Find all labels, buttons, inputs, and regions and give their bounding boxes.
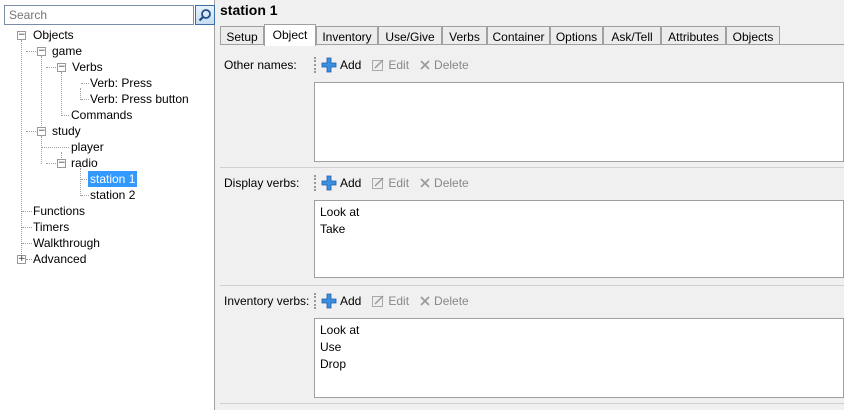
delete-icon bbox=[420, 296, 430, 306]
inventory-verbs-edit-button[interactable]: Edit bbox=[371, 294, 409, 308]
tab-objects[interactable]: Objects bbox=[726, 26, 780, 45]
edit-label: Edit bbox=[388, 176, 410, 190]
edit-icon bbox=[372, 177, 384, 189]
tree-node-walkthrough[interactable]: Walkthrough bbox=[33, 235, 100, 251]
add-label: Add bbox=[340, 58, 362, 72]
edit-icon bbox=[372, 295, 384, 307]
tab-ask-tell[interactable]: Ask/Tell bbox=[603, 26, 661, 45]
search-button[interactable] bbox=[195, 5, 215, 25]
add-label: Add bbox=[340, 176, 362, 190]
tab-object[interactable]: Object bbox=[264, 24, 316, 46]
delete-icon bbox=[420, 178, 430, 188]
list-item[interactable]: Take bbox=[320, 221, 843, 238]
display-verbs-toolbar: Add Edit Delete bbox=[314, 170, 844, 196]
toolbar-grip bbox=[314, 175, 317, 191]
tree-node-verbs[interactable]: Verbs bbox=[72, 59, 103, 75]
object-tree: − − − − − + Objects game Verbs Verb: Pre… bbox=[0, 27, 214, 410]
section-inventory-verbs: Inventory verbs: Add Edit Delete Look at bbox=[220, 288, 844, 398]
display-verbs-add-button[interactable]: Add bbox=[321, 175, 361, 191]
add-icon bbox=[321, 293, 337, 309]
tab-attributes[interactable]: Attributes bbox=[661, 26, 726, 45]
inventory-verbs-toolbar: Add Edit Delete bbox=[314, 288, 844, 314]
section-display-verbs: Display verbs: Add Edit Delete Look at T… bbox=[220, 170, 844, 280]
tree-node-advanced[interactable]: Advanced bbox=[33, 251, 86, 267]
display-verbs-list[interactable]: Look at Take bbox=[314, 200, 844, 278]
tab-inventory[interactable]: Inventory bbox=[316, 26, 378, 45]
edit-label: Edit bbox=[388, 294, 410, 308]
list-item[interactable]: Drop bbox=[320, 356, 843, 373]
tree-node-commands[interactable]: Commands bbox=[71, 107, 132, 123]
tab-options[interactable]: Options bbox=[550, 26, 603, 45]
list-item[interactable]: Look at bbox=[320, 204, 843, 221]
inventory-verbs-delete-button[interactable]: Delete bbox=[419, 294, 469, 308]
add-icon bbox=[321, 175, 337, 191]
tree-node-objects[interactable]: Objects bbox=[33, 27, 74, 43]
tab-content-object: Other names: Add Edit Delete Display ver… bbox=[220, 44, 844, 410]
display-verbs-edit-button[interactable]: Edit bbox=[371, 176, 409, 190]
search-icon bbox=[198, 9, 211, 22]
object-tree-pane: − − − − − + Objects game Verbs Verb: Pre… bbox=[0, 0, 215, 410]
tree-toggle-radio[interactable]: − bbox=[57, 159, 66, 168]
tree-node-player[interactable]: player bbox=[71, 139, 104, 155]
other-names-toolbar: Add Edit Delete bbox=[314, 52, 844, 78]
list-item[interactable]: Use bbox=[320, 339, 843, 356]
tree-node-study[interactable]: study bbox=[52, 123, 81, 139]
tree-node-timers[interactable]: Timers bbox=[33, 219, 69, 235]
list-item[interactable]: Look at bbox=[320, 322, 843, 339]
add-label: Add bbox=[340, 294, 362, 308]
delete-label: Delete bbox=[434, 176, 469, 190]
tree-node-verb-press-button[interactable]: Verb: Press button bbox=[90, 91, 189, 107]
other-names-add-button[interactable]: Add bbox=[321, 57, 361, 73]
other-names-label: Other names: bbox=[224, 58, 297, 72]
tab-verbs[interactable]: Verbs bbox=[442, 26, 487, 45]
inventory-verbs-label: Inventory verbs: bbox=[224, 294, 310, 308]
editor-pane: station 1 Setup Object Inventory Use/Giv… bbox=[216, 0, 844, 410]
tree-node-functions[interactable]: Functions bbox=[33, 203, 85, 219]
other-names-list[interactable] bbox=[314, 82, 844, 162]
tab-container[interactable]: Container bbox=[487, 26, 550, 45]
inventory-verbs-add-button[interactable]: Add bbox=[321, 293, 361, 309]
tree-node-verb-press[interactable]: Verb: Press bbox=[90, 75, 152, 91]
toolbar-grip bbox=[314, 57, 317, 73]
section-other-names: Other names: Add Edit Delete bbox=[220, 52, 844, 162]
search-bar bbox=[4, 5, 215, 25]
tab-use-give[interactable]: Use/Give bbox=[378, 26, 442, 45]
edit-label: Edit bbox=[388, 58, 410, 72]
edit-icon bbox=[372, 59, 384, 71]
tree-toggle-study[interactable]: − bbox=[37, 127, 46, 136]
tree-node-radio[interactable]: radio bbox=[71, 155, 98, 171]
display-verbs-delete-button[interactable]: Delete bbox=[419, 176, 469, 190]
tree-toggle-advanced[interactable]: + bbox=[17, 255, 26, 264]
tree-toggle-verbs[interactable]: − bbox=[57, 63, 66, 72]
display-verbs-label: Display verbs: bbox=[224, 176, 300, 190]
tree-toggle-game[interactable]: − bbox=[37, 47, 46, 56]
delete-label: Delete bbox=[434, 58, 469, 72]
delete-label: Delete bbox=[434, 294, 469, 308]
search-input[interactable] bbox=[4, 5, 194, 25]
tree-toggle-objects[interactable]: − bbox=[17, 31, 26, 40]
add-icon bbox=[321, 57, 337, 73]
other-names-delete-button[interactable]: Delete bbox=[419, 58, 469, 72]
other-names-edit-button[interactable]: Edit bbox=[371, 58, 409, 72]
tree-node-station-2[interactable]: station 2 bbox=[90, 187, 135, 203]
tree-node-game[interactable]: game bbox=[52, 43, 82, 59]
tree-node-station-1[interactable]: station 1 bbox=[88, 171, 138, 187]
toolbar-grip bbox=[314, 293, 317, 309]
inventory-verbs-list[interactable]: Look at Use Drop bbox=[314, 318, 844, 398]
page-title: station 1 bbox=[220, 2, 278, 18]
tab-setup[interactable]: Setup bbox=[220, 26, 264, 45]
delete-icon bbox=[420, 60, 430, 70]
